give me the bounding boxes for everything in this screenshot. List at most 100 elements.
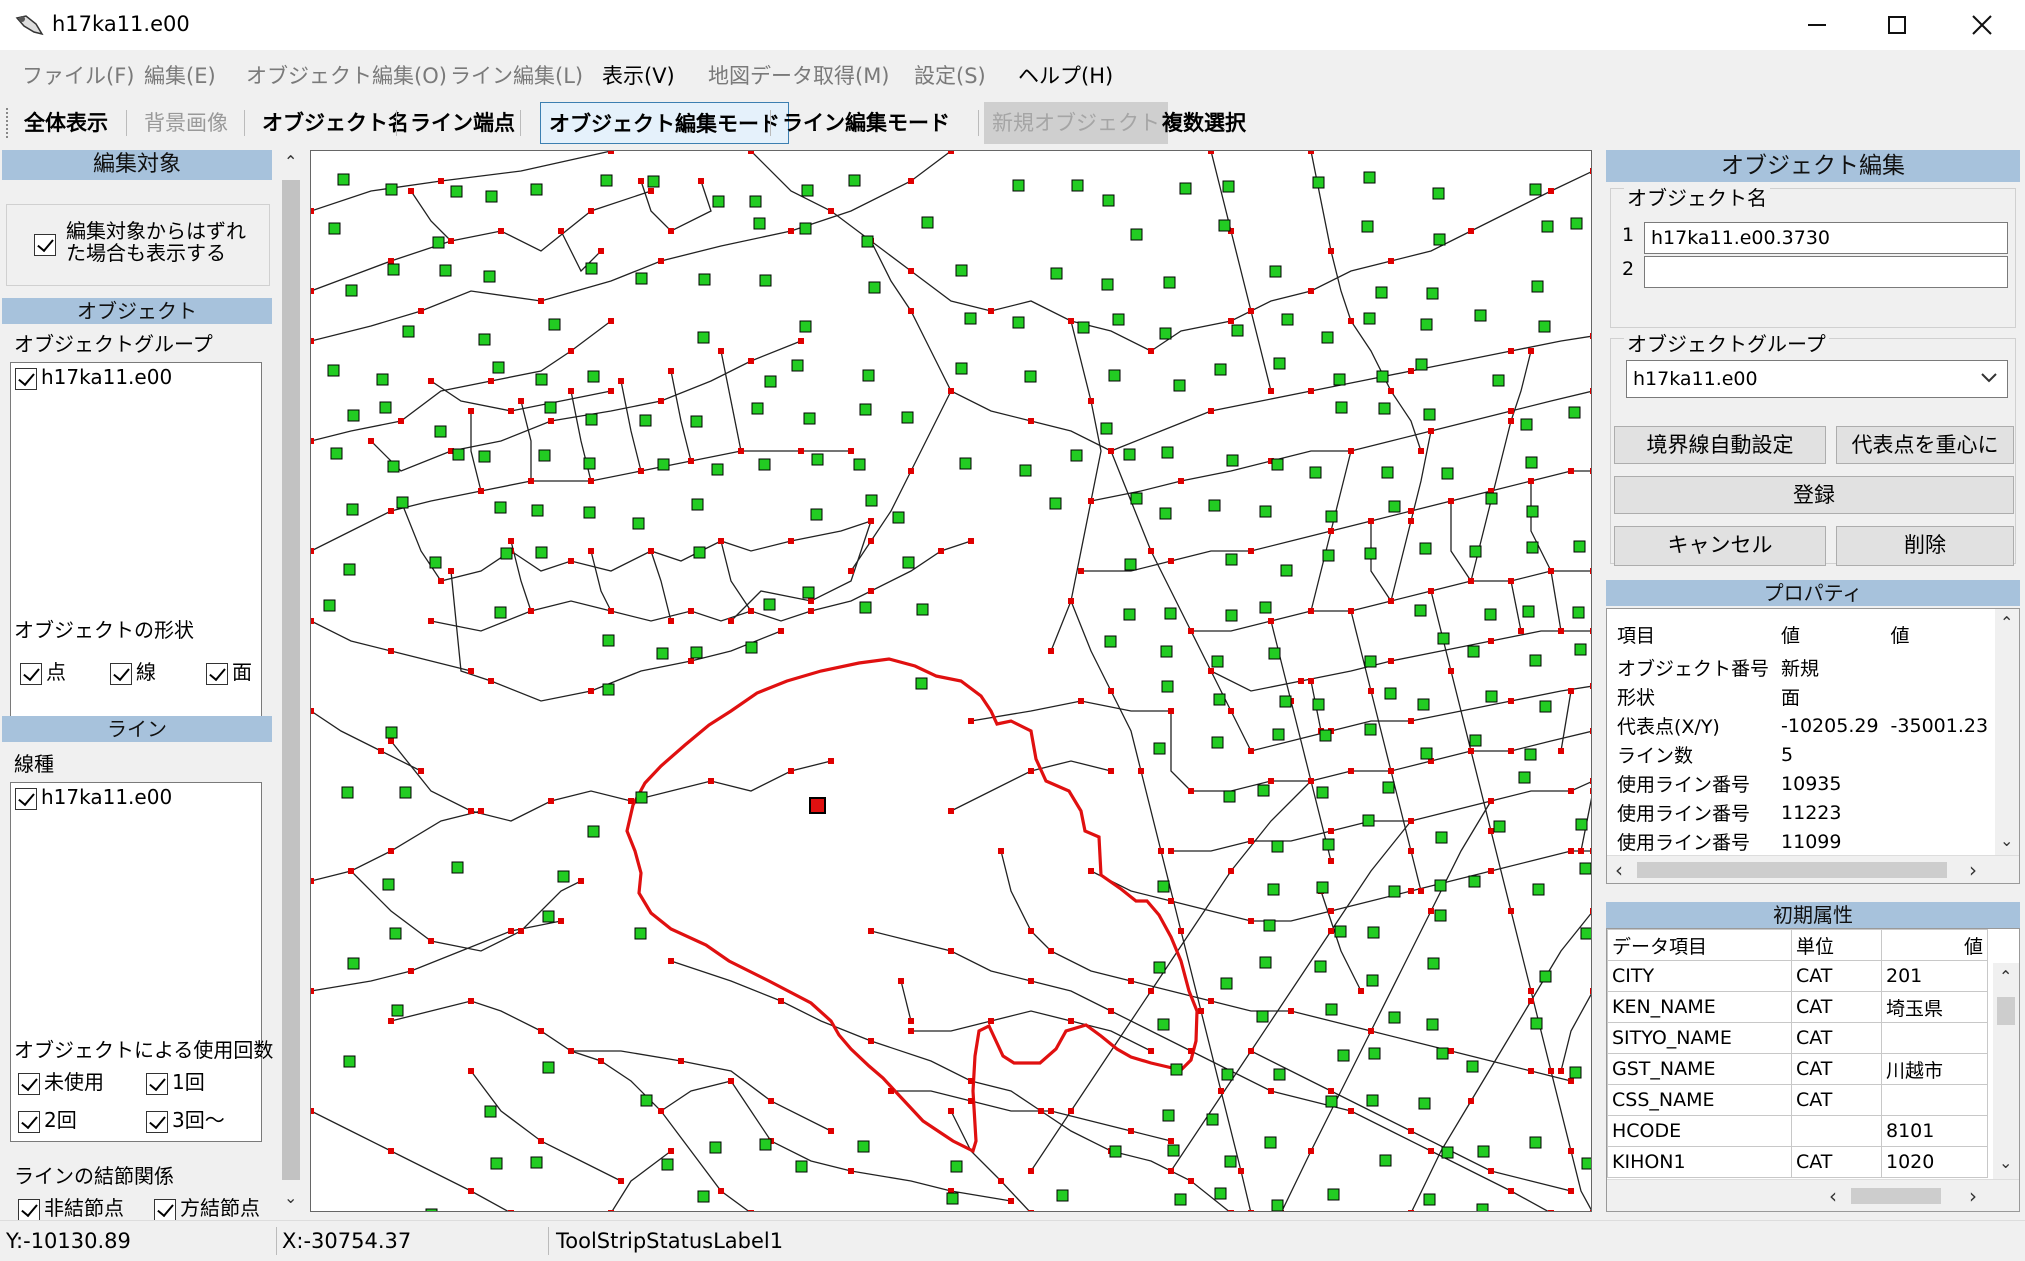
line-node[interactable] xyxy=(1488,638,1494,644)
line-node[interactable] xyxy=(1188,1178,1194,1184)
object-centroid[interactable] xyxy=(602,683,615,696)
line-node[interactable] xyxy=(568,388,574,394)
line-node[interactable] xyxy=(1528,988,1534,994)
line-node[interactable] xyxy=(1590,468,1592,474)
object-centroid[interactable] xyxy=(1423,1193,1436,1206)
object-centroid[interactable] xyxy=(387,263,400,276)
object-centroid[interactable] xyxy=(1426,287,1439,300)
line-node[interactable] xyxy=(1590,1210,1592,1212)
line-node[interactable] xyxy=(468,408,474,414)
object-centroid[interactable] xyxy=(1214,1187,1227,1200)
object-centroid[interactable] xyxy=(542,910,555,923)
scroll-up-icon[interactable]: ⌃ xyxy=(1999,967,2012,986)
object-centroid[interactable] xyxy=(1112,313,1125,326)
scroll-right-icon[interactable]: › xyxy=(1969,1184,1977,1208)
line-node[interactable] xyxy=(998,1178,1004,1184)
line-node[interactable] xyxy=(788,228,794,234)
line-node[interactable] xyxy=(1308,608,1314,614)
object-centroid[interactable] xyxy=(1538,320,1551,333)
line-node[interactable] xyxy=(1328,248,1334,254)
line-node[interactable] xyxy=(1228,708,1234,714)
object-centroid[interactable] xyxy=(328,222,341,235)
line-node[interactable] xyxy=(1408,888,1414,894)
object-centroid[interactable] xyxy=(751,402,764,415)
line-node[interactable] xyxy=(688,608,694,614)
line-node[interactable] xyxy=(848,448,854,454)
object-centroid[interactable] xyxy=(964,312,977,325)
object-centroid[interactable] xyxy=(1437,632,1450,645)
object-centroid[interactable] xyxy=(921,216,934,229)
line-node[interactable] xyxy=(1590,168,1592,174)
line-node[interactable] xyxy=(1138,768,1144,774)
cell[interactable]: 201 xyxy=(1881,960,1988,992)
object-centroid[interactable] xyxy=(483,270,496,283)
toolbar-grip[interactable] xyxy=(6,108,10,138)
line-node[interactable] xyxy=(988,1018,994,1024)
line-node[interactable] xyxy=(908,268,914,274)
line-node[interactable] xyxy=(1248,748,1254,754)
line-node[interactable] xyxy=(1328,828,1334,834)
line-node[interactable] xyxy=(1568,1148,1574,1154)
object-centroid[interactable] xyxy=(1267,883,1280,896)
object-centroid[interactable] xyxy=(1434,879,1447,892)
object-centroid[interactable] xyxy=(1327,1188,1340,1201)
object-centroid[interactable] xyxy=(1418,1097,1431,1110)
line-node[interactable] xyxy=(778,628,784,634)
line-node[interactable] xyxy=(418,308,424,314)
line-node[interactable] xyxy=(1248,1048,1254,1054)
object-centroid[interactable] xyxy=(915,677,928,690)
line-node[interactable] xyxy=(528,608,534,614)
object-centroid[interactable] xyxy=(1273,1068,1286,1081)
line-node[interactable] xyxy=(1228,1210,1234,1212)
line-node[interactable] xyxy=(1328,908,1334,914)
object-centroid[interactable] xyxy=(749,195,762,208)
line-node[interactable] xyxy=(938,548,944,554)
line-node[interactable] xyxy=(388,738,394,744)
line-node[interactable] xyxy=(1368,688,1374,694)
line-node[interactable] xyxy=(618,1178,624,1184)
object-centroid[interactable] xyxy=(803,412,816,425)
object-centroid[interactable] xyxy=(585,413,598,426)
line-node[interactable] xyxy=(1428,428,1434,434)
list-item[interactable]: h17ka11.e00 xyxy=(15,785,172,810)
shape-face-checkbox[interactable]: 面 xyxy=(206,656,252,685)
line-node[interactable] xyxy=(1348,608,1354,614)
object-centroid[interactable] xyxy=(1257,784,1270,797)
object-centroid[interactable] xyxy=(1124,558,1137,571)
initial-attr-grid[interactable]: データ項目 単位 値 CITY CAT 201 KEN_NAME CAT 埼玉県 SIT… xyxy=(1606,928,2020,1212)
line-node[interactable] xyxy=(1148,348,1154,354)
line-node[interactable] xyxy=(588,208,594,214)
object-centroid[interactable] xyxy=(1224,1155,1237,1168)
line-node[interactable] xyxy=(448,568,454,574)
table-row[interactable]: GST_NAME CAT 川越市 xyxy=(1607,1053,1988,1085)
line-node[interactable] xyxy=(848,1168,854,1174)
object-centroid[interactable] xyxy=(1024,370,1037,383)
object-centroid[interactable] xyxy=(656,647,669,660)
object-centroid[interactable] xyxy=(1153,742,1166,755)
properties-vscroll[interactable]: ⌃ ⌄ xyxy=(1995,609,2019,855)
line-node[interactable] xyxy=(1448,1048,1454,1054)
object-centroid[interactable] xyxy=(376,373,389,386)
line-node[interactable] xyxy=(608,318,614,324)
properties-grid[interactable]: 項目 値 値 オブジェクト番号 新規 形状 面 代表点(X/Y) -10205.29-… xyxy=(1606,608,2020,884)
usage-1-checkbox[interactable]: 1回 xyxy=(146,1066,205,1095)
object-centroid[interactable] xyxy=(1363,312,1376,325)
table-row[interactable]: 使用ライン番号 11223 xyxy=(1611,798,1995,827)
background-image-button[interactable]: 背景画像 xyxy=(136,102,236,144)
line-node[interactable] xyxy=(828,1128,834,1134)
scrollbar-thumb[interactable] xyxy=(1637,862,1947,878)
line-node[interactable] xyxy=(788,538,794,544)
line-node[interactable] xyxy=(518,398,524,404)
line-node[interactable] xyxy=(1148,548,1154,554)
object-centroid[interactable] xyxy=(1174,1193,1187,1206)
line-node[interactable] xyxy=(558,228,564,234)
object-centroid[interactable] xyxy=(1220,977,1233,990)
line-node[interactable] xyxy=(848,568,854,574)
object-centroid[interactable] xyxy=(1226,454,1239,467)
line-node[interactable] xyxy=(968,718,974,724)
object-centroid[interactable] xyxy=(500,547,513,560)
object-centroid[interactable] xyxy=(1432,187,1445,200)
line-node[interactable] xyxy=(388,508,394,514)
object-centroid[interactable] xyxy=(452,448,465,461)
object-centroid[interactable] xyxy=(799,320,812,333)
